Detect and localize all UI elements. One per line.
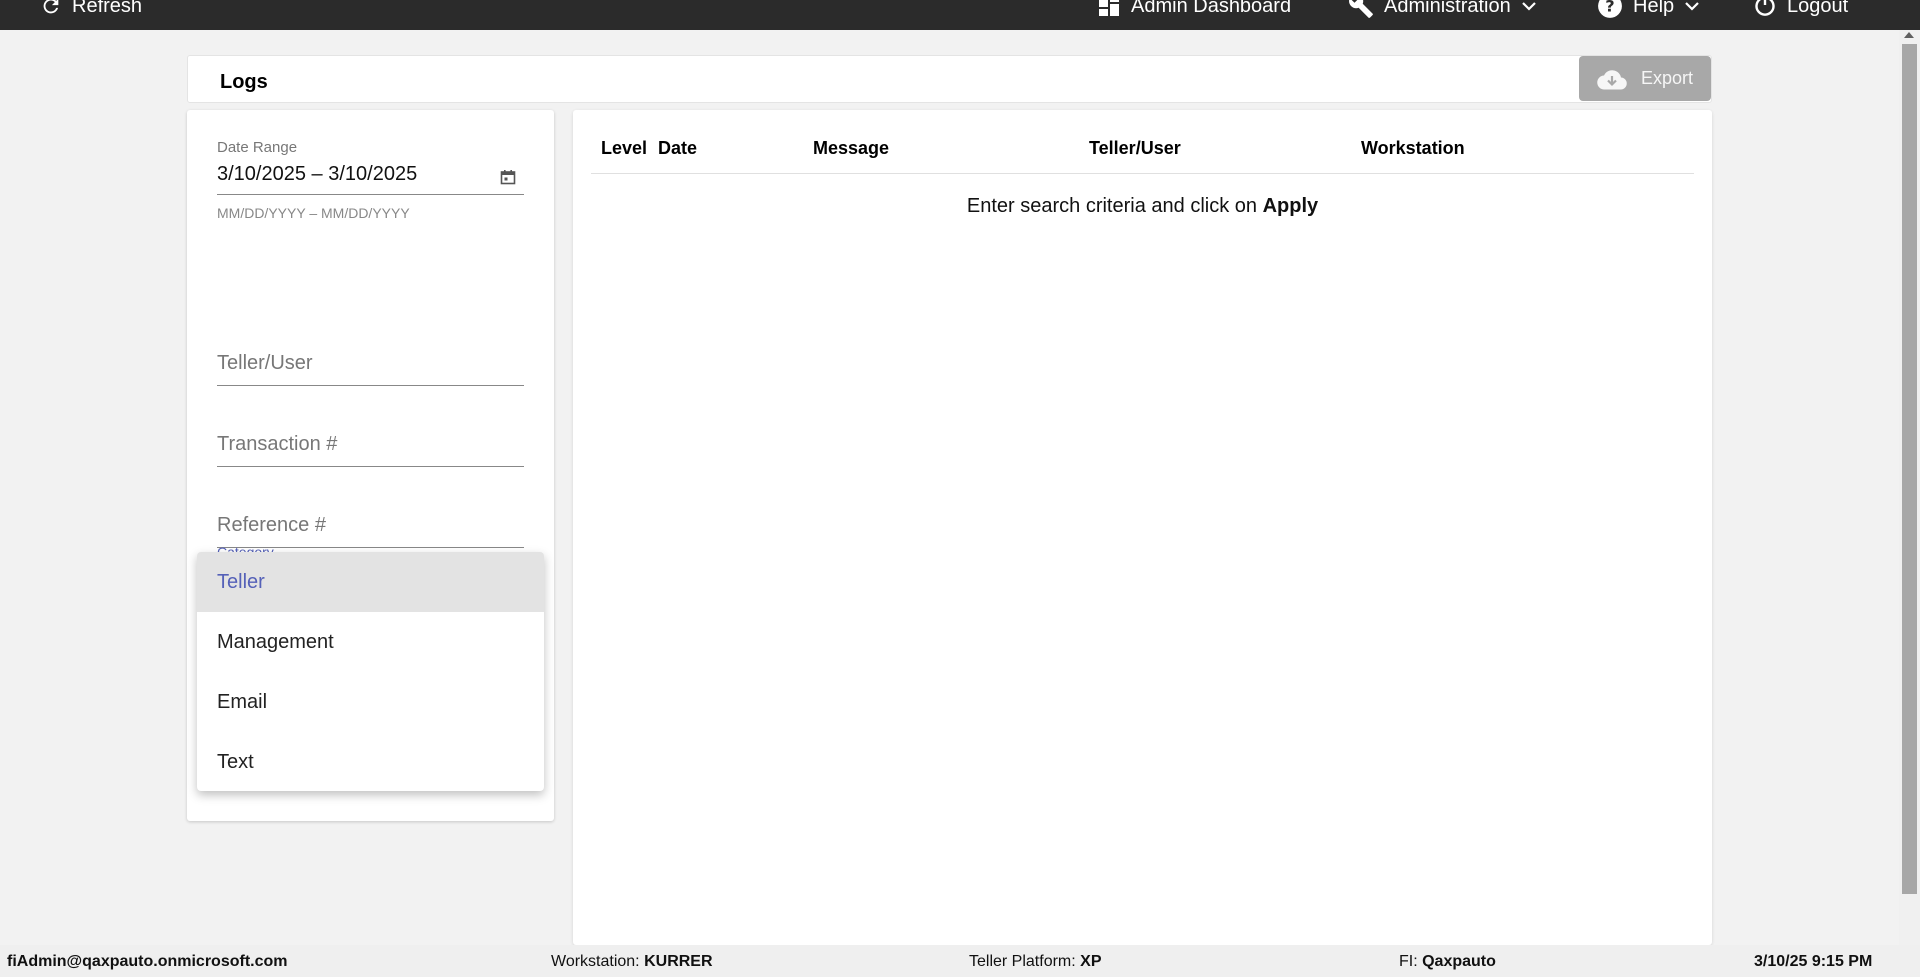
status-user: fiAdmin@qaxpauto.onmicrosoft.com [7,953,288,970]
export-label: Export [1640,68,1694,88]
top-navigation-bar: Refresh Admin Dashboard Administration ?… [0,0,1920,30]
page-title: Logs [220,71,268,93]
logout-button[interactable]: Logout [1753,0,1848,21]
refresh-button[interactable]: Refresh [40,0,142,21]
logs-header-bar: Logs [187,55,1712,103]
date-range-label: Date Range [217,139,298,156]
export-button[interactable]: Export [1579,56,1711,101]
empty-state-message: Enter search criteria and click on Apply [573,195,1712,218]
transaction-number-field[interactable] [217,427,524,467]
teller-user-field[interactable] [217,346,524,386]
administration-menu[interactable]: Administration [1348,0,1537,21]
help-menu[interactable]: ? Help [1597,0,1700,21]
status-teller-platform-label: Teller Platform: [969,953,1081,970]
category-option-email[interactable]: Email [197,672,544,732]
teller-user-input[interactable] [217,352,524,375]
logout-label: Logout [1787,0,1849,17]
reference-number-input[interactable] [217,514,524,537]
date-range-underline [217,194,524,195]
wrench-icon [1349,0,1373,18]
reference-number-field[interactable] [217,508,524,548]
empty-state-text: Enter search criteria and click on [966,195,1263,217]
refresh-icon [43,0,59,14]
status-fi-label: FI: [1399,953,1423,970]
category-option-management[interactable]: Management [197,612,544,672]
column-header-level[interactable]: Level [601,138,647,159]
power-icon [1755,0,1775,16]
administration-label: Administration [1384,0,1511,17]
status-workstation-value: KURRER [644,953,713,970]
date-range-input[interactable]: 3/10/2025 – 3/10/2025 [217,163,417,186]
status-fi-value: Qaxpauto [1422,953,1496,970]
status-workstation-label: Workstation: [551,953,645,970]
page-scrollbar[interactable] [1899,30,1920,945]
svg-text:?: ? [1605,0,1614,15]
transaction-number-input[interactable] [217,433,524,456]
column-header-teller-user[interactable]: Teller/User [1089,138,1181,159]
scroll-up-arrow-icon[interactable] [1904,32,1914,38]
chevron-down-icon [1521,2,1536,11]
category-dropdown: Teller Management Email Text [197,552,544,791]
category-option-text[interactable]: Text [197,732,544,791]
admin-dashboard-label: Admin Dashboard [1131,0,1292,17]
status-teller-platform: Teller Platform: XP [969,953,1101,971]
column-header-message[interactable]: Message [813,138,889,159]
status-fi: FI: Qaxpauto [1399,953,1496,971]
category-option-teller[interactable]: Teller [197,552,544,612]
status-datetime: 3/10/25 9:15 PM [1754,953,1873,970]
empty-state-action: Apply [1262,195,1319,217]
results-panel: Level Date Message Teller/User Workstati… [573,110,1712,945]
column-header-workstation[interactable]: Workstation [1361,138,1465,159]
status-teller-platform-value: XP [1080,953,1102,970]
scrollbar-thumb[interactable] [1902,44,1917,894]
status-bar: fiAdmin@qaxpauto.onmicrosoft.com Worksta… [0,945,1920,977]
refresh-label: Refresh [72,0,143,17]
cloud-download-icon [1597,69,1627,90]
column-header-date[interactable]: Date [658,138,697,159]
calendar-icon[interactable] [500,169,516,185]
admin-dashboard-link[interactable]: Admin Dashboard [1097,0,1291,21]
date-range-hint: MM/DD/YYYY – MM/DD/YYYY [217,205,410,221]
table-header-divider [591,173,1694,174]
status-workstation: Workstation: KURRER [551,953,713,971]
help-icon: ? [1598,0,1622,18]
chevron-down-icon [1685,2,1699,11]
help-label: Help [1633,0,1675,17]
dashboard-icon [1099,0,1119,16]
